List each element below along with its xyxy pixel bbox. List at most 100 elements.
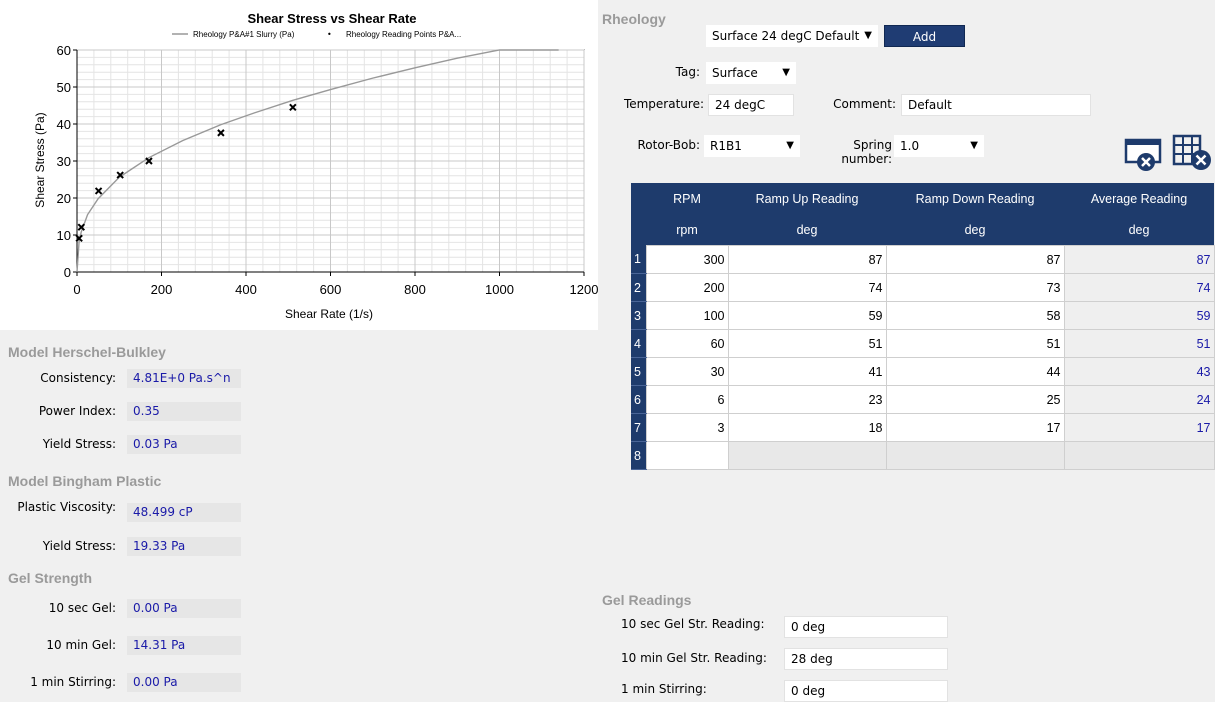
row-number-header: [631, 214, 646, 246]
gel-1min-stirring-value: 0.00 Pa: [127, 673, 241, 692]
tag-select[interactable]: Surface ▼: [706, 62, 796, 84]
gel-readings-title: Gel Readings: [602, 592, 692, 608]
model-bp-title: Model Bingham Plastic: [8, 473, 162, 489]
plastic-viscosity-label: Plastic Viscosity:: [17, 500, 116, 514]
table-units-row: rpm deg deg deg: [631, 214, 1214, 246]
cell-average: [1063, 441, 1215, 470]
y-tick-label: 50: [57, 80, 71, 95]
chart-legend: Rheology P&A#1 Slurry (Pa) • Rheology Re…: [172, 30, 461, 39]
y-tick-label: 30: [57, 154, 71, 169]
power-index-label: Power Index:: [38, 404, 116, 418]
cell-rpm[interactable]: 3: [645, 413, 729, 442]
cell-rpm[interactable]: 30: [645, 357, 729, 386]
cell-rpm[interactable]: [645, 441, 729, 470]
table-row: 7 3 18 17 17: [631, 413, 1215, 442]
table-row: 6 6 23 25 24: [631, 385, 1215, 414]
legend-line-label: Rheology P&A#1 Slurry (Pa): [193, 30, 295, 39]
table-row: 5 30 41 44 43: [631, 357, 1215, 386]
y-tick-label: 0: [64, 265, 71, 280]
cell-rpm[interactable]: 100: [645, 301, 729, 330]
col-header-rpm[interactable]: RPM: [646, 183, 728, 214]
cell-ramp-up[interactable]: 18: [727, 413, 887, 442]
table-row: 2 200 74 73 74: [631, 273, 1215, 302]
table-header-row: RPM Ramp Up Reading Ramp Down Reading Av…: [631, 183, 1214, 214]
gel-reading-10min-field[interactable]: 28 deg: [784, 648, 948, 670]
col-header-average[interactable]: Average Reading: [1064, 183, 1214, 214]
cell-rpm[interactable]: 6: [645, 385, 729, 414]
add-button[interactable]: Add: [884, 25, 965, 47]
spring-number-value: 1.0: [900, 139, 920, 153]
cell-ramp-down[interactable]: 25: [885, 385, 1065, 414]
spring-number-select[interactable]: 1.0 ▼: [894, 135, 984, 157]
col-header-ramp-down[interactable]: Ramp Down Reading: [886, 183, 1064, 214]
legend-points-label: Rheology Reading Points P&A...: [346, 30, 461, 39]
cell-average: 74: [1063, 273, 1215, 302]
row-number-header: [631, 183, 646, 214]
cell-ramp-down[interactable]: 51: [885, 329, 1065, 358]
gel-reading-10sec-field[interactable]: 0 deg: [784, 616, 948, 638]
cell-rpm[interactable]: 200: [645, 273, 729, 302]
cell-ramp-down[interactable]: [885, 441, 1065, 470]
cell-ramp-down[interactable]: 87: [885, 245, 1065, 274]
cell-rpm[interactable]: 60: [645, 329, 729, 358]
clear-table-icon[interactable]: [1172, 134, 1214, 172]
temperature-label: Temperature:: [623, 97, 704, 111]
clear-chart-icon[interactable]: [1124, 137, 1164, 173]
rotor-bob-select[interactable]: R1B1 ▼: [704, 135, 800, 157]
cell-average: 43: [1063, 357, 1215, 386]
chevron-down-icon: ▼: [970, 140, 978, 151]
gel-1min-stirring-label: 1 min Stirring:: [30, 675, 116, 689]
chart-title: Shear Stress vs Shear Rate: [247, 11, 416, 26]
table-row-new: 8: [631, 441, 1215, 470]
spring-number-label: Spring number:: [841, 138, 892, 166]
row-number: 2: [631, 273, 646, 302]
chevron-down-icon: ▼: [864, 30, 872, 41]
cell-ramp-up[interactable]: 23: [727, 385, 887, 414]
x-axis-label: Shear Rate (1/s): [285, 307, 373, 321]
cell-average: 87: [1063, 245, 1215, 274]
plastic-viscosity-value: 48.499 cP: [127, 503, 241, 522]
cell-average: 51: [1063, 329, 1215, 358]
cell-ramp-down[interactable]: 44: [885, 357, 1065, 386]
tag-select-value: Surface: [712, 66, 758, 80]
gel-strength-title: Gel Strength: [8, 570, 93, 586]
gel-10min-label: 10 min Gel:: [46, 638, 116, 652]
preset-select-value: Surface 24 degC Default: [712, 29, 860, 43]
gel-reading-1min-field[interactable]: 0 deg: [784, 680, 948, 702]
legend-point-marker: •: [327, 30, 332, 39]
gel-10sec-label: 10 sec Gel:: [48, 601, 116, 615]
comment-label: Comment:: [833, 97, 896, 111]
cell-ramp-up[interactable]: 59: [727, 301, 887, 330]
cell-ramp-up[interactable]: [727, 441, 887, 470]
table-row: 4 60 51 51 51: [631, 329, 1215, 358]
col-header-ramp-up[interactable]: Ramp Up Reading: [728, 183, 886, 214]
cell-ramp-up[interactable]: 41: [727, 357, 887, 386]
preset-select[interactable]: Surface 24 degC Default ▼: [706, 25, 878, 47]
table-row: 3 100 59 58 59: [631, 301, 1215, 330]
row-number: 4: [631, 329, 646, 358]
y-tick-label: 10: [57, 228, 71, 243]
row-number: 3: [631, 301, 646, 330]
comment-field[interactable]: Default: [901, 94, 1091, 116]
cell-ramp-up[interactable]: 87: [727, 245, 887, 274]
cell-ramp-down[interactable]: 58: [885, 301, 1065, 330]
cell-ramp-up[interactable]: 51: [727, 329, 887, 358]
cell-rpm[interactable]: 300: [645, 245, 729, 274]
row-number: 6: [631, 385, 646, 414]
table-row: 1 300 87 87 87: [631, 245, 1215, 274]
chevron-down-icon: ▼: [782, 67, 790, 78]
temperature-field[interactable]: 24 degC: [708, 94, 794, 116]
cell-ramp-down[interactable]: 17: [885, 413, 1065, 442]
chevron-down-icon: ▼: [786, 140, 794, 151]
tag-label: Tag:: [675, 65, 700, 79]
cell-ramp-down[interactable]: 73: [885, 273, 1065, 302]
unit-rpm: rpm: [646, 214, 728, 246]
consistency-value: 4.81E+0 Pa.s^n: [127, 369, 241, 388]
bp-yield-stress-label: Yield Stress:: [42, 539, 116, 553]
shear-chart: Shear Stress vs Shear Rate Rheology P&A#…: [33, 11, 598, 321]
x-tick-label: 600: [320, 282, 342, 297]
cell-average: 24: [1063, 385, 1215, 414]
consistency-label: Consistency:: [40, 371, 116, 385]
cell-ramp-up[interactable]: 74: [727, 273, 887, 302]
rheology-table: RPM Ramp Up Reading Ramp Down Reading Av…: [631, 183, 1215, 470]
